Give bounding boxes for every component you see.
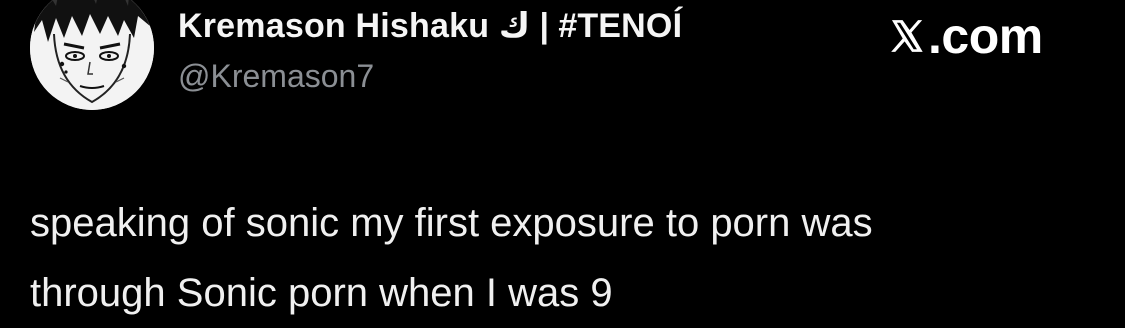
tweet-card: Kremason Hishaku ك | #TENOÍ @Kremason7 .… <box>0 0 1125 321</box>
x-brand-watermark: .com <box>888 8 1043 64</box>
tweet-text: speaking of sonic my first exposure to p… <box>30 188 1100 328</box>
tweet-text-line: speaking of sonic my first exposure to p… <box>30 201 873 245</box>
avatar[interactable] <box>30 0 154 110</box>
avatar-illustration-icon <box>30 0 154 110</box>
author-handle[interactable]: @Kremason7 <box>178 58 374 95</box>
brand-domain-text: .com <box>928 8 1043 64</box>
x-logo-icon <box>888 17 926 55</box>
author-name[interactable]: Kremason Hishaku ك | #TENOÍ <box>178 6 682 46</box>
tweet-text-line: through Sonic porn when I was 9 <box>30 271 613 315</box>
